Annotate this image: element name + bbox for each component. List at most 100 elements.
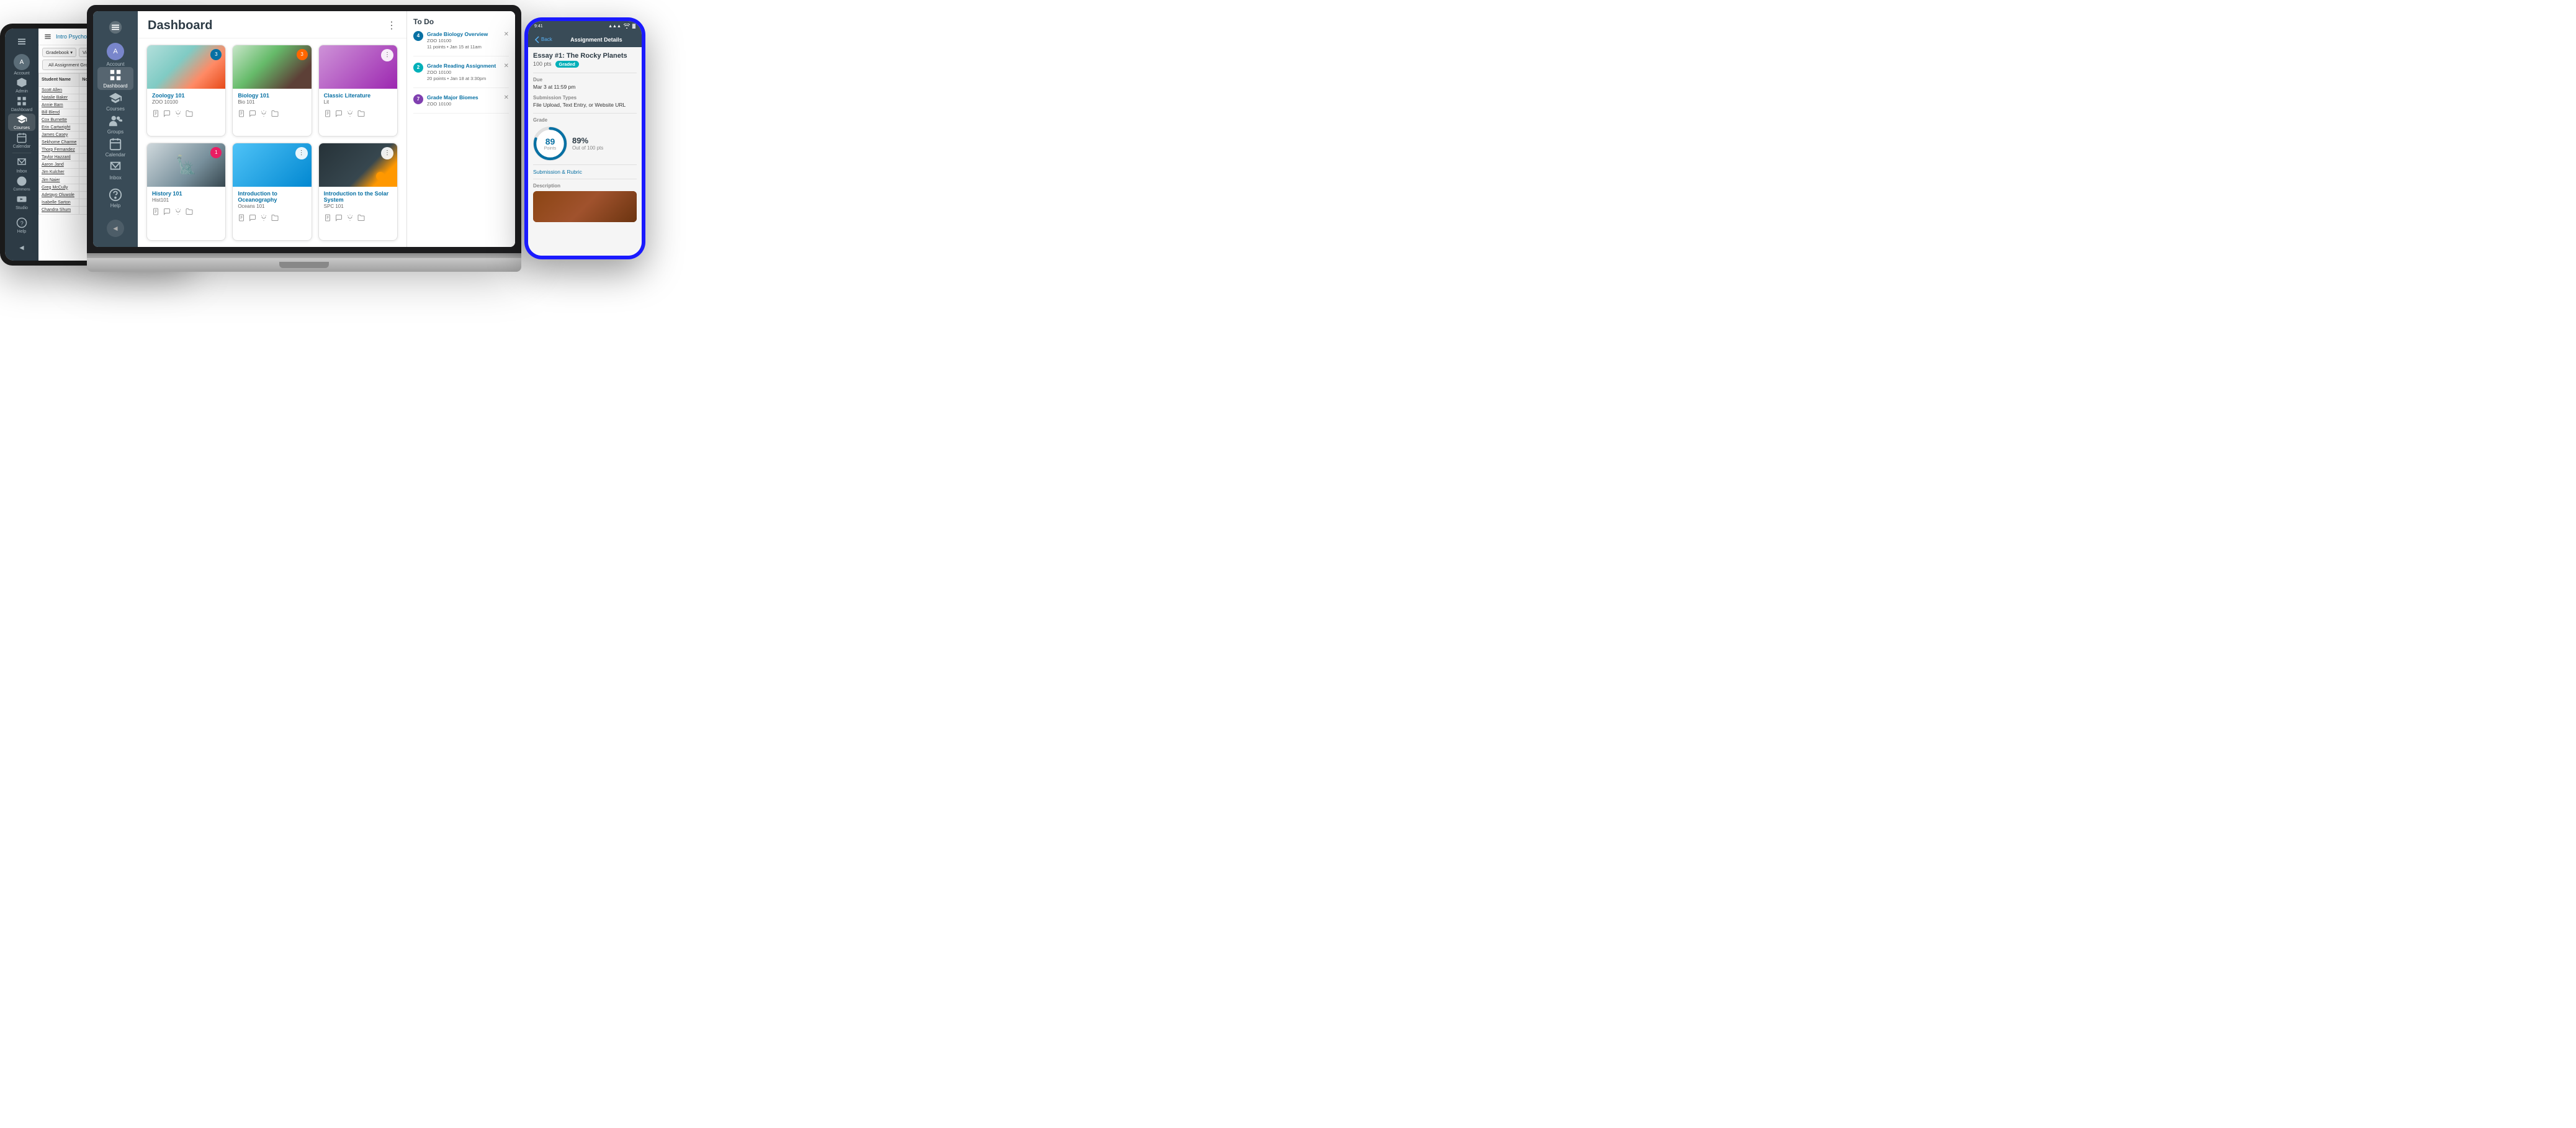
phone-due-value: Mar 3 at 11:59 pm <box>533 84 637 90</box>
course-discussion-icon[interactable] <box>335 110 343 117</box>
phone-submission-label: Submission Types <box>533 95 637 101</box>
cell-student-name[interactable]: Chandra Shum <box>39 206 79 214</box>
course-discussion-icon[interactable] <box>163 208 171 215</box>
cell-student-name[interactable]: Bill Blend <box>39 109 79 116</box>
course-menu-btn[interactable]: ⋮ <box>295 147 308 159</box>
course-assignment-icon[interactable] <box>324 214 331 222</box>
course-files-icon[interactable] <box>357 110 365 117</box>
lap-collapse-btn[interactable]: ◄ <box>97 220 133 237</box>
lap-help-icon[interactable]: Help <box>97 182 133 215</box>
todo-close-btn[interactable]: ✕ <box>504 94 509 101</box>
course-assignment-icon[interactable] <box>152 110 159 117</box>
phone-time: 9:41 <box>534 24 543 29</box>
tablet-admin-icon[interactable]: Admin <box>8 77 35 94</box>
tablet-help-icon[interactable]: ? Help ◄ <box>8 212 35 256</box>
course-card[interactable]: 🗽 1 History 101 Hist101 <box>146 143 226 241</box>
tablet-collapse-btn[interactable]: ◄ <box>8 239 35 256</box>
course-files-icon[interactable] <box>271 110 279 117</box>
laptop-device: A Account Dashboard Courses Groups <box>87 5 521 278</box>
todo-title-link[interactable]: Grade Major Biomes <box>427 94 478 101</box>
course-card[interactable]: ⋮ Classic Literature Lit <box>318 45 398 137</box>
course-card[interactable]: ⋮ Introduction to the Solar System SPC 1… <box>318 143 398 241</box>
course-files-icon[interactable] <box>186 110 193 117</box>
cell-student-name[interactable]: James Casey <box>39 131 79 138</box>
laptop-kebab-menu[interactable]: ⋮ <box>387 19 397 32</box>
todo-text: Grade Biology Overview ZOO 10100 11 poin… <box>427 31 500 50</box>
cell-student-name[interactable]: Natalie Baker <box>39 94 79 101</box>
course-discussion-icon[interactable] <box>249 214 256 222</box>
phone-grade-circle-wrap: 89 Points 89% Out of 100 pts <box>533 127 637 161</box>
cell-student-name[interactable]: Aaron Jand <box>39 161 79 168</box>
course-announcement-icon[interactable] <box>174 110 182 117</box>
course-assignment-icon[interactable] <box>324 110 331 117</box>
gradebook-btn[interactable]: Gradebook ▾ <box>42 48 76 57</box>
course-announcement-icon[interactable] <box>346 214 354 222</box>
course-discussion-icon[interactable] <box>163 110 171 117</box>
todo-item: 2 Grade Reading Assignment ZOO 10100 20 … <box>413 63 509 88</box>
laptop-screen-bezel: A Account Dashboard Courses Groups <box>87 5 521 253</box>
course-assignment-icon[interactable] <box>238 214 245 222</box>
course-assignment-icon[interactable] <box>152 208 159 215</box>
lap-account-icon[interactable]: A Account <box>97 43 133 67</box>
tablet-inbox-icon[interactable]: Inbox <box>8 157 35 174</box>
todo-close-btn[interactable]: ✕ <box>504 31 509 38</box>
phone-thumb-bg <box>533 191 637 222</box>
tablet-menu-icon[interactable] <box>8 34 35 51</box>
tablet-dashboard-icon[interactable]: Dashboard <box>8 96 35 113</box>
course-announcement-icon[interactable] <box>346 110 354 117</box>
course-discussion-icon[interactable] <box>335 214 343 222</box>
phone-screen: 9:41 ▲▲▲ ▓ Back Assignment Details Essay… <box>528 21 642 256</box>
course-announcement-icon[interactable] <box>260 214 267 222</box>
course-announcement-icon[interactable] <box>174 208 182 215</box>
cell-student-name[interactable]: Isabelle Sarton <box>39 199 79 206</box>
cell-student-name[interactable]: Annie Barn <box>39 101 79 109</box>
todo-detail: 20 points • Jan 18 at 3:30pm <box>427 76 500 81</box>
cell-student-name[interactable]: Scott Allen <box>39 86 79 94</box>
course-card[interactable]: ⋮ Introduction to Oceanography Oceans 10… <box>232 143 312 241</box>
cell-student-name[interactable]: Jim Kulcher <box>39 168 79 176</box>
tablet-account-icon[interactable]: A Account <box>8 54 35 76</box>
course-menu-btn[interactable]: ⋮ <box>381 49 393 61</box>
lap-calendar-icon[interactable]: Calendar <box>97 136 133 159</box>
lap-dashboard-icon[interactable]: Dashboard <box>97 67 133 90</box>
course-files-icon[interactable] <box>357 214 365 222</box>
cell-student-name[interactable]: Erin Cartwright <box>39 123 79 131</box>
course-code: ZOO 10100 <box>152 99 220 105</box>
phone-submission-rubric-link[interactable]: Submission & Rubric <box>533 169 637 175</box>
tablet-courses-icon[interactable]: Courses <box>8 114 35 131</box>
lap-sidebar-bottom: Help ◄ <box>97 182 133 242</box>
svg-text:?: ? <box>20 220 24 226</box>
course-assignment-icon[interactable] <box>238 110 245 117</box>
cell-student-name[interactable]: Cox Burnette <box>39 116 79 123</box>
course-files-icon[interactable] <box>271 214 279 222</box>
course-code: Lit <box>324 99 392 105</box>
phone-divider-3 <box>533 164 637 165</box>
course-discussion-icon[interactable] <box>249 110 256 117</box>
todo-title-link[interactable]: Grade Biology Overview <box>427 31 488 37</box>
tablet-calendar-icon[interactable]: Calendar <box>8 132 35 150</box>
course-menu-btn[interactable]: ⋮ <box>381 147 393 159</box>
lap-groups-icon[interactable]: Groups <box>97 113 133 136</box>
cell-student-name[interactable]: Jim Naier <box>39 176 79 184</box>
course-announcement-icon[interactable] <box>260 110 267 117</box>
phone-due-section: Due Mar 3 at 11:59 pm <box>533 77 637 90</box>
todo-num: 2 <box>413 63 423 73</box>
todo-close-btn[interactable]: ✕ <box>504 63 509 69</box>
todo-title-link[interactable]: Grade Reading Assignment <box>427 63 496 69</box>
lap-inbox-icon[interactable]: Inbox <box>97 159 133 182</box>
tablet-studio-icon[interactable]: Studio <box>8 194 35 211</box>
phone-video-thumbnail[interactable]: ▶ <box>533 191 637 222</box>
course-card[interactable]: 3 Zoology 101 ZOO 10100 <box>146 45 226 137</box>
phone-battery-icon: ▓ <box>632 24 635 29</box>
cell-student-name[interactable]: Adetayo Oluwole <box>39 191 79 199</box>
cell-student-name[interactable]: Sekhome Charme <box>39 138 79 146</box>
cell-student-name[interactable]: Taylor Hazzard <box>39 153 79 161</box>
cell-student-name[interactable]: Thorp Fernandez <box>39 146 79 153</box>
course-card[interactable]: 3 Biology 101 Bio 101 <box>232 45 312 137</box>
tablet-commons-icon[interactable]: Commons <box>8 175 35 192</box>
phone-back-btn[interactable]: Back <box>534 36 552 43</box>
course-files-icon[interactable] <box>186 208 193 215</box>
lap-logo-icon[interactable] <box>97 16 133 39</box>
cell-student-name[interactable]: Greg McCully <box>39 184 79 191</box>
lap-courses-icon[interactable]: Courses <box>97 90 133 113</box>
